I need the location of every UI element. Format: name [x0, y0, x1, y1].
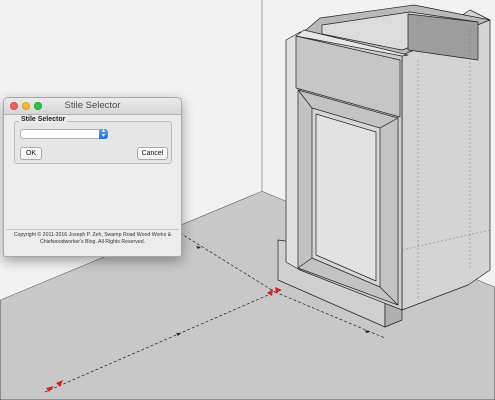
dialog-title: Stile Selector [64, 100, 121, 111]
footer-divider [6, 229, 179, 230]
ok-button[interactable]: OK [20, 147, 42, 160]
copyright-text: Copyright © 2011-2016 Joseph P. Zeh, Swa… [13, 232, 172, 245]
dialog-titlebar[interactable]: Stile Selector [4, 98, 181, 115]
chevron-updown-icon[interactable]: ▴ ▾ [99, 128, 108, 139]
base-cabinet-model[interactable] [277, 4, 491, 328]
stile-selector-dialog: Stile Selector Stile Selector ▴ ▾ OK Canc… [3, 97, 182, 257]
group-label: Stile Selector [19, 116, 68, 123]
stile-select-dropdown[interactable]: ▴ ▾ [20, 128, 108, 139]
cancel-button[interactable]: Cancel [137, 147, 168, 160]
stile-selector-group: Stile Selector ▴ ▾ OK Cancel [14, 116, 172, 164]
